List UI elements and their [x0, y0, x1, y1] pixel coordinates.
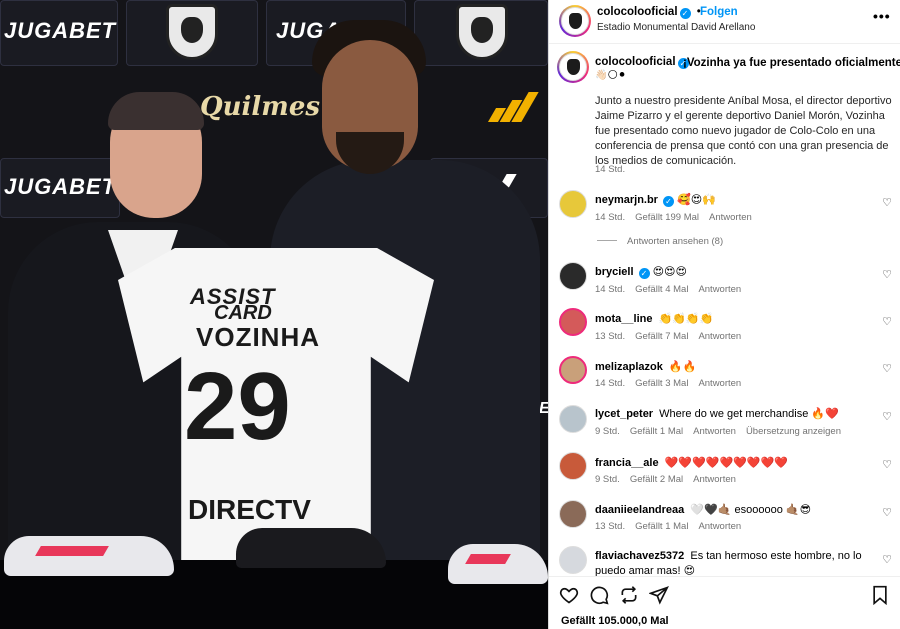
reply-button[interactable]: Antworten [698, 284, 741, 295]
reply-button[interactable]: Antworten [709, 212, 752, 223]
verified-icon: ✓ [638, 268, 650, 279]
post-sidebar: colocolooficial ✓ • Folgen Estadio Monume… [548, 0, 900, 629]
commenter-avatar[interactable] [559, 190, 587, 218]
commenter-avatar[interactable] [559, 546, 587, 574]
commenter-avatar[interactable] [559, 308, 587, 336]
follow-button[interactable]: Folgen [700, 6, 738, 18]
comment: melizaplazok 🔥🔥 [595, 361, 697, 373]
jersey-name: VOZINHA [196, 322, 320, 352]
comment-likes[interactable]: Gefällt 4 Mal [635, 284, 688, 295]
sponsor-logo: JUGABET [4, 18, 117, 43]
post-photo[interactable]: JUGABET JUGABET Quilmes JUGABET JUGABET … [0, 0, 548, 629]
jersey-sponsor: DIRECTV [188, 494, 311, 525]
reply-button[interactable]: Antworten [698, 331, 741, 342]
comment-likes[interactable]: Gefällt 2 Mal [630, 474, 683, 485]
comment-like-icon[interactable]: ♡ [882, 196, 892, 209]
send-icon[interactable] [648, 585, 669, 611]
comment: francia__ale ❤️❤️❤️❤️❤️❤️❤️❤️❤️ [595, 457, 788, 469]
football-boot [4, 536, 174, 576]
commenter-avatar[interactable] [559, 405, 587, 433]
comment-likes[interactable]: Gefällt 199 Mal [635, 212, 699, 223]
more-options-icon[interactable]: ••• [873, 8, 891, 24]
commenter-avatar[interactable] [559, 452, 587, 480]
action-bar: Gefällt 105.000,0 Mal [549, 576, 900, 629]
heart-icon[interactable] [559, 585, 579, 611]
header-username[interactable]: colocolooficial [597, 6, 678, 18]
comment-like-icon[interactable]: ♡ [882, 553, 892, 566]
commenter-avatar[interactable] [559, 356, 587, 384]
view-replies-button[interactable]: Antworten ansehen (8) [597, 236, 723, 247]
comment: neymarjn.br ✓ 🥰😍🙌 [595, 194, 716, 207]
model-car [236, 528, 386, 568]
comment: daaniieelandreaa 🤍🖤🤙🏽 esoooooo 🤙🏽😎 [595, 504, 812, 516]
translate-button[interactable]: Übersetzung anzeigen [746, 426, 841, 437]
comment: lycet_peter Where do we get merchandise … [595, 408, 839, 420]
caption-emoji: 👋🏻🌕⚫ [595, 70, 627, 81]
comment-like-icon[interactable]: ♡ [882, 315, 892, 328]
comment-likes[interactable]: Gefällt 1 Mal [630, 426, 683, 437]
football-boot [448, 544, 548, 584]
club-crest [456, 4, 508, 60]
comment: mota__line 👏👏👏👏 [595, 313, 714, 325]
caption-avatar[interactable] [559, 53, 587, 81]
sponsor-logo: JUGABET [4, 174, 117, 199]
verified-icon: ✓ [679, 8, 691, 19]
adidas-logo [487, 92, 539, 122]
comment: bryciell ✓ 😍😍😍 [595, 266, 687, 279]
caption-time: 14 Std. [595, 164, 626, 175]
caption-body: Junto a nuestro presidente Aníbal Mosa, … [595, 95, 892, 167]
comment-like-icon[interactable]: ♡ [882, 410, 892, 423]
comment-like-icon[interactable]: ♡ [882, 506, 892, 519]
reply-button[interactable]: Antworten [693, 474, 736, 485]
repost-icon[interactable] [619, 585, 639, 611]
post-viewer: JUGABET JUGABET Quilmes JUGABET JUGABET … [0, 0, 900, 629]
bookmark-icon[interactable] [871, 585, 889, 611]
comment-likes[interactable]: Gefällt 3 Mal [635, 378, 688, 389]
comment-like-icon[interactable]: ♡ [882, 268, 892, 281]
profile-avatar[interactable] [561, 7, 589, 35]
caption-headline: ¡Vozinha ya fue presentado oficialmente! [683, 57, 900, 69]
commenter-avatar[interactable] [559, 262, 587, 290]
comment-like-icon[interactable]: ♡ [882, 458, 892, 471]
comment-icon[interactable] [589, 585, 609, 611]
reply-button[interactable]: Antworten [698, 521, 741, 532]
sponsor-logo: Quilmes [200, 92, 320, 122]
verified-icon: ✓ [662, 196, 674, 207]
reply-button[interactable]: Antworten [698, 378, 741, 389]
commenter-avatar[interactable] [559, 500, 587, 528]
location-link[interactable]: Estadio Monumental David Arellano [597, 22, 755, 33]
post-header: colocolooficial ✓ • Folgen Estadio Monume… [549, 0, 900, 44]
comment: flaviachavez5372 Es tan hermoso este hom… [595, 550, 862, 577]
comment-likes[interactable]: Gefällt 1 Mal [635, 521, 688, 532]
reply-button[interactable]: Antworten [693, 426, 736, 437]
comment-like-icon[interactable]: ♡ [882, 362, 892, 375]
like-count[interactable]: Gefällt 105.000,0 Mal [561, 615, 669, 627]
comment-likes[interactable]: Gefällt 7 Mal [635, 331, 688, 342]
jersey-number: 29 [184, 353, 291, 460]
club-crest [166, 4, 218, 60]
caption-username[interactable]: colocolooficial [595, 56, 676, 68]
